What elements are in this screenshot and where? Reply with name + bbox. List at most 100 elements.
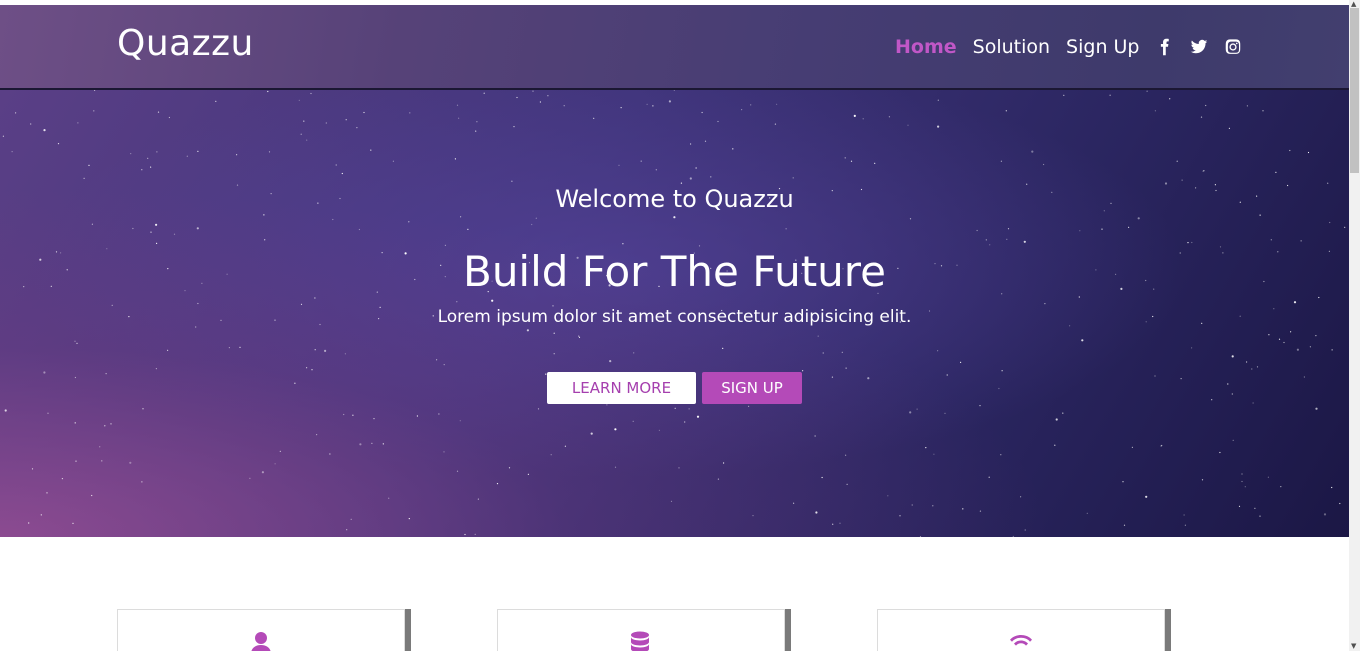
star (310, 92, 312, 95)
star (962, 508, 964, 510)
star (91, 494, 93, 497)
feature-card-1 (117, 609, 405, 651)
star (72, 522, 74, 524)
star (373, 418, 375, 420)
star (911, 504, 913, 506)
star (31, 468, 34, 470)
star (776, 103, 778, 105)
star (1318, 296, 1320, 299)
star (614, 428, 617, 431)
star (690, 143, 692, 145)
star (717, 120, 719, 123)
star (853, 114, 856, 117)
star (1262, 110, 1264, 112)
star (105, 373, 107, 375)
star (553, 353, 555, 355)
database-icon (631, 631, 649, 651)
star (1293, 301, 1297, 304)
twitter-icon[interactable] (1190, 37, 1208, 57)
star (578, 336, 581, 338)
brand-logo[interactable]: Quazzu (117, 23, 254, 64)
star (1268, 334, 1270, 336)
star (1062, 412, 1064, 414)
star (196, 227, 199, 230)
star (1232, 439, 1234, 441)
star (443, 364, 445, 366)
scroll-up-arrow-icon[interactable]: ▲ (1351, 0, 1356, 8)
vertical-scrollbar[interactable]: ▲ ▼ (1349, 0, 1360, 651)
star (30, 123, 32, 125)
nav-solution[interactable]: Solution (973, 36, 1050, 58)
star (268, 151, 271, 153)
star (132, 227, 134, 230)
star (341, 172, 343, 175)
star (467, 228, 469, 230)
star (1219, 451, 1221, 454)
star (356, 127, 358, 129)
star (279, 450, 281, 452)
star (944, 412, 946, 414)
user-icon (251, 632, 271, 651)
hero-subtitle: Welcome to Quazzu (555, 185, 794, 213)
star (83, 177, 85, 179)
star (477, 498, 479, 500)
star (916, 408, 918, 410)
star (899, 515, 901, 517)
star (300, 133, 302, 135)
star (1006, 238, 1008, 240)
star (646, 103, 648, 105)
star (1180, 378, 1182, 380)
star (844, 157, 846, 159)
star (578, 335, 580, 337)
star (1101, 228, 1103, 230)
learn-more-button[interactable]: LEARN MORE (547, 372, 696, 404)
star (553, 332, 555, 334)
star (408, 518, 410, 520)
star (976, 229, 978, 232)
star (1109, 94, 1111, 96)
star (527, 473, 530, 475)
star (142, 408, 144, 410)
star (263, 214, 265, 216)
star (303, 120, 305, 122)
star (409, 112, 411, 114)
star (456, 301, 458, 303)
star (1200, 116, 1203, 118)
star (1000, 160, 1003, 162)
facebook-icon[interactable] (1156, 37, 1174, 57)
star (989, 244, 991, 246)
star (94, 90, 96, 91)
sign-up-button[interactable]: SIGN UP (702, 372, 802, 404)
star (1183, 514, 1185, 516)
scroll-down-arrow-icon[interactable]: ▼ (1351, 642, 1356, 650)
star (1184, 524, 1186, 526)
star (345, 119, 347, 121)
star (460, 216, 462, 218)
nav-signup[interactable]: Sign Up (1066, 36, 1139, 58)
star (332, 218, 334, 221)
star (416, 415, 418, 417)
star (343, 413, 345, 416)
star (1241, 480, 1243, 483)
star (1031, 150, 1034, 153)
star (1256, 366, 1259, 368)
star (815, 511, 818, 514)
star (688, 408, 690, 410)
star (998, 387, 1000, 390)
star (261, 471, 264, 474)
star (1331, 486, 1333, 489)
scroll-thumb[interactable] (1350, 8, 1359, 173)
star (1007, 228, 1010, 230)
star (197, 302, 199, 305)
star (1275, 171, 1277, 173)
star (845, 367, 847, 369)
star (1290, 331, 1292, 333)
star (11, 151, 13, 153)
nav-home[interactable]: Home (895, 36, 957, 58)
star (314, 349, 316, 351)
star (792, 177, 794, 179)
star (1251, 368, 1253, 370)
instagram-icon[interactable] (1224, 37, 1242, 57)
star (909, 411, 912, 414)
star (919, 536, 922, 537)
